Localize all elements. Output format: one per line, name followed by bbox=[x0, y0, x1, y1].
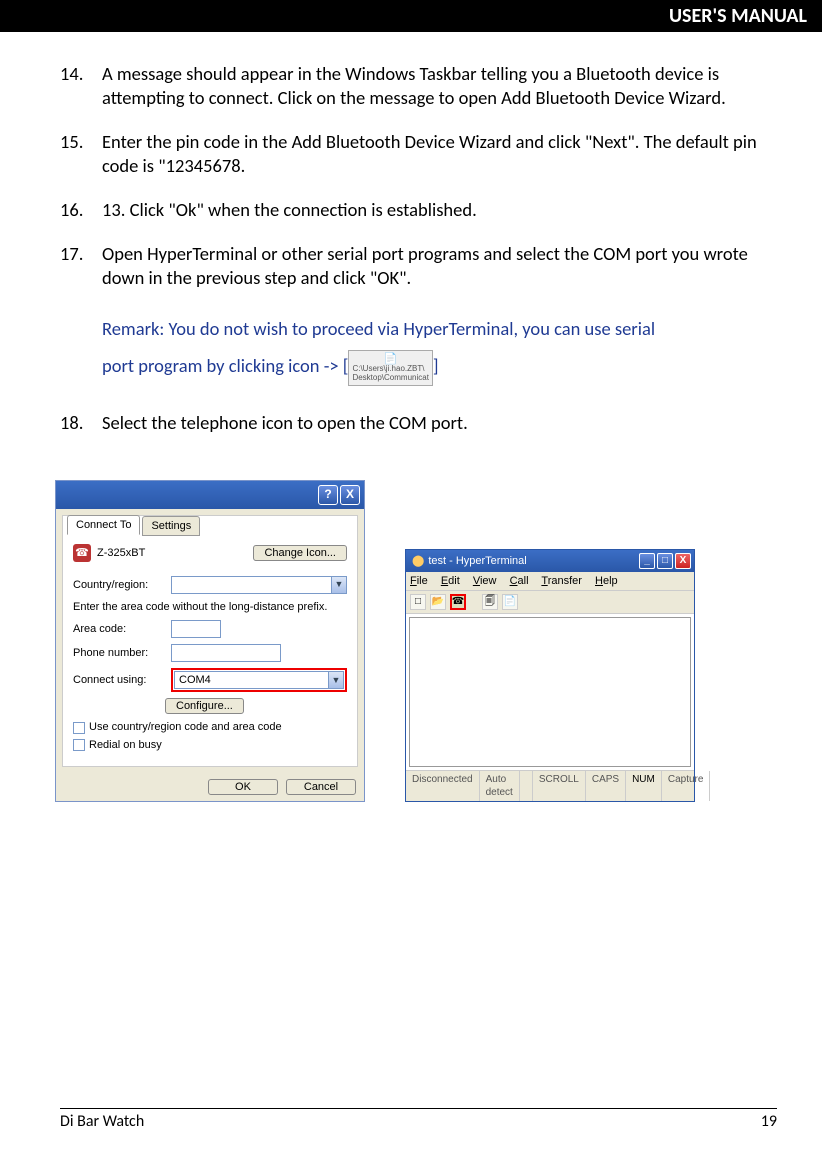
menu-edit[interactable]: Edit bbox=[441, 575, 460, 587]
step-text: 13. Click "Ok" when the connection is es… bbox=[102, 198, 772, 222]
step-number: 17. bbox=[60, 242, 102, 290]
status-scroll: SCROLL bbox=[533, 771, 586, 801]
page-number: 19 bbox=[761, 1112, 777, 1131]
country-label: Country/region: bbox=[73, 578, 165, 592]
step-text: Select the telephone icon to open the CO… bbox=[102, 411, 772, 435]
header-bar: USER'S MANUAL bbox=[0, 0, 822, 32]
cancel-button[interactable]: Cancel bbox=[286, 779, 356, 795]
menu-file[interactable]: File bbox=[410, 575, 428, 587]
menu-view[interactable]: View bbox=[473, 575, 497, 587]
phone-number-label: Phone number: bbox=[73, 646, 165, 660]
redial-on-busy-checkbox[interactable]: Redial on busy bbox=[73, 738, 347, 752]
step-number: 15. bbox=[60, 130, 102, 178]
open-icon[interactable]: 📂 bbox=[430, 594, 446, 610]
remark-line2a: port program by clicking icon -> [ bbox=[102, 354, 348, 377]
status-bar: Disconnected Auto detect SCROLL CAPS NUM… bbox=[406, 770, 694, 801]
status-capture: Capture bbox=[662, 771, 711, 801]
close-button[interactable]: X bbox=[340, 485, 360, 505]
remark-line2b: ] bbox=[433, 354, 439, 377]
chevron-down-icon: ▼ bbox=[331, 577, 346, 593]
telephone-icon[interactable]: ☎ bbox=[450, 594, 466, 610]
tab-settings[interactable]: Settings bbox=[142, 516, 200, 536]
menu-help[interactable]: Help bbox=[595, 575, 618, 587]
new-icon[interactable]: □ bbox=[410, 594, 426, 610]
step-14: 14. A message should appear in the Windo… bbox=[60, 62, 772, 110]
terminal-area[interactable] bbox=[409, 617, 691, 767]
app-icon: ⬤ bbox=[412, 554, 424, 568]
titlebar: ? X bbox=[56, 481, 364, 509]
hyperterminal-window: ⬤ test - HyperTerminal _ □ X File Edit Vi… bbox=[405, 549, 695, 802]
area-code-label: Area code: bbox=[73, 622, 165, 636]
area-hint: Enter the area code without the long-dis… bbox=[73, 600, 347, 614]
menu-bar: File Edit View Call Transfer Help bbox=[406, 572, 694, 591]
area-code-input[interactable] bbox=[171, 620, 221, 638]
connect-using-label: Connect using: bbox=[73, 673, 165, 687]
connect-to-dialog: ? X Connect To Settings ☎ Z-325xBT Chang… bbox=[55, 480, 365, 802]
chevron-down-icon: ▼ bbox=[328, 672, 343, 688]
remark-text: Remark: You do not wish to proceed via H… bbox=[102, 310, 772, 385]
configure-button[interactable]: Configure... bbox=[165, 698, 244, 714]
minimize-button[interactable]: _ bbox=[639, 553, 655, 569]
content-area: 14. A message should appear in the Windo… bbox=[0, 32, 822, 802]
checkbox-icon bbox=[73, 722, 85, 734]
footer-title: Di Bar Watch bbox=[60, 1112, 144, 1131]
step-text: A message should appear in the Windows T… bbox=[102, 62, 772, 110]
device-name: Z-325xBT bbox=[97, 546, 145, 560]
step-16: 16. 13. Click "Ok" when the connection i… bbox=[60, 198, 772, 222]
doc-title: USER'S MANUAL bbox=[669, 4, 807, 28]
phone-icon: ☎ bbox=[73, 544, 91, 562]
menu-call[interactable]: Call bbox=[510, 575, 529, 587]
step-number: 16. bbox=[60, 198, 102, 222]
connect-using-highlight: COM4▼ bbox=[171, 668, 347, 692]
step-text: Enter the pin code in the Add Bluetooth … bbox=[102, 130, 772, 178]
status-autodetect: Auto detect bbox=[480, 771, 520, 801]
country-combo[interactable]: ▼ bbox=[171, 576, 347, 594]
step-text: Open HyperTerminal or other serial port … bbox=[102, 242, 772, 290]
step-15: 15. Enter the pin code in the Add Blueto… bbox=[60, 130, 772, 178]
figures-row: ? X Connect To Settings ☎ Z-325xBT Chang… bbox=[55, 480, 772, 802]
phone-number-input[interactable] bbox=[171, 644, 281, 662]
titlebar: ⬤ test - HyperTerminal _ □ X bbox=[406, 550, 694, 572]
status-num: NUM bbox=[626, 771, 662, 801]
maximize-button[interactable]: □ bbox=[657, 553, 673, 569]
status-connection: Disconnected bbox=[406, 771, 480, 801]
use-country-code-checkbox[interactable]: Use country/region code and area code bbox=[73, 720, 347, 734]
close-button[interactable]: X bbox=[675, 553, 691, 569]
step-number: 18. bbox=[60, 411, 102, 435]
step-18: 18. Select the telephone icon to open th… bbox=[60, 411, 772, 435]
status-caps: CAPS bbox=[586, 771, 626, 801]
send-icon[interactable]: 📄 bbox=[502, 594, 518, 610]
menu-transfer[interactable]: Transfer bbox=[541, 575, 582, 587]
remark-line1: Remark: You do not wish to proceed via H… bbox=[102, 317, 655, 340]
step-number: 14. bbox=[60, 62, 102, 110]
properties-icon[interactable]: 🗐 bbox=[482, 594, 498, 610]
connect-using-combo[interactable]: COM4▼ bbox=[174, 671, 344, 689]
ok-button[interactable]: OK bbox=[208, 779, 278, 795]
help-button[interactable]: ? bbox=[318, 485, 338, 505]
footer: Di Bar Watch 19 bbox=[60, 1108, 777, 1131]
checkbox-icon bbox=[73, 739, 85, 751]
step-17: 17. Open HyperTerminal or other serial p… bbox=[60, 242, 772, 290]
tab-connect-to[interactable]: Connect To bbox=[67, 515, 140, 535]
tabs: Connect To Settings bbox=[67, 515, 357, 535]
shortcut-icon: 📄C:\Users\ji.hao.ZBT\Desktop\Communicat bbox=[348, 350, 432, 386]
toolbar: □ 📂 ☎ 🗐 📄 bbox=[406, 591, 694, 614]
change-icon-button[interactable]: Change Icon... bbox=[253, 545, 347, 561]
window-title: test - HyperTerminal bbox=[428, 554, 526, 568]
